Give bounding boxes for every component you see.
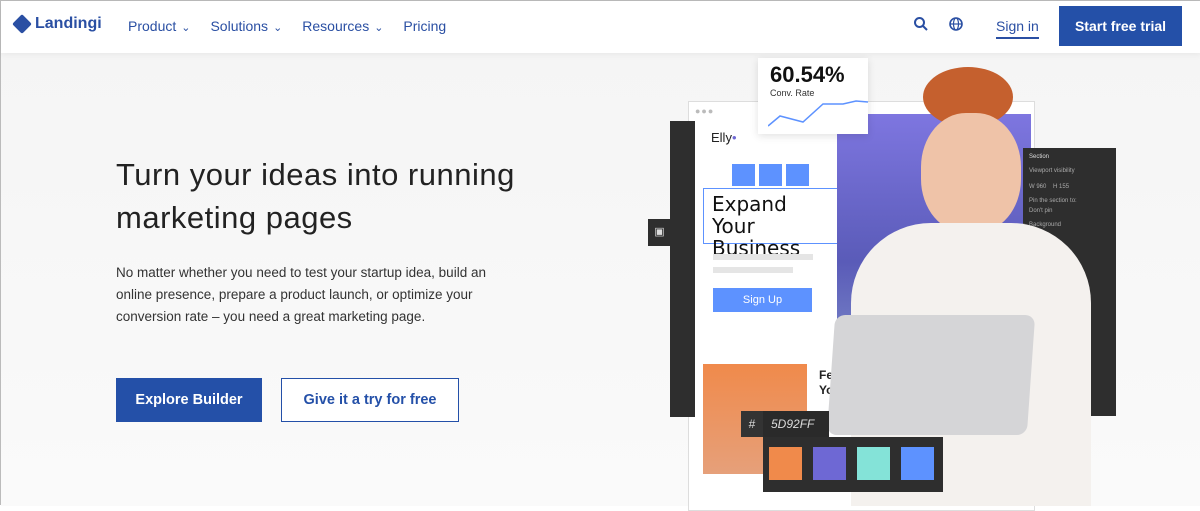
nav-label: Product bbox=[128, 18, 177, 34]
panel-pin-label: Pin the section to: bbox=[1029, 198, 1077, 204]
start-free-trial-button[interactable]: Start free trial bbox=[1059, 6, 1182, 46]
nav-resources[interactable]: Resources ⌄ bbox=[302, 18, 383, 34]
brand-name: Landingi bbox=[35, 15, 102, 32]
logo-icon bbox=[12, 14, 32, 34]
color-picker: # 5D92FF bbox=[741, 411, 943, 492]
panel-pin-value: Don't pin bbox=[1029, 208, 1053, 214]
conversion-label: Conv. Rate bbox=[770, 88, 815, 98]
image-tool-icon: ▣ bbox=[648, 219, 671, 246]
search-icon[interactable] bbox=[913, 16, 929, 36]
panel-background: Background bbox=[1029, 222, 1062, 228]
nav-label: Solutions bbox=[210, 18, 269, 34]
nav-product[interactable]: Product ⌄ bbox=[128, 18, 190, 34]
color-swatch bbox=[769, 447, 802, 480]
color-swatch bbox=[813, 447, 846, 480]
swatches bbox=[763, 437, 943, 492]
face bbox=[921, 113, 1021, 233]
trash-icon bbox=[786, 164, 809, 186]
mock-headline: Expand Your Business bbox=[703, 188, 843, 259]
color-swatch bbox=[857, 447, 890, 480]
builder-sidebar bbox=[670, 121, 695, 417]
nav-label: Pricing bbox=[403, 18, 447, 34]
nav-solutions[interactable]: Solutions ⌄ bbox=[210, 18, 282, 34]
conversion-card: 60.54% Conv. Rate bbox=[758, 58, 868, 134]
layer-icon bbox=[759, 164, 782, 186]
mock-brand: Elly• bbox=[711, 130, 737, 145]
color-hex-input: 5D92FF bbox=[763, 411, 829, 437]
chevron-down-icon: ⌄ bbox=[181, 22, 191, 34]
globe-icon[interactable] bbox=[948, 16, 964, 36]
hash-label: # bbox=[741, 411, 763, 437]
logo[interactable]: Landingi bbox=[12, 14, 102, 34]
conversion-rate: 60.54% bbox=[770, 62, 845, 87]
conversion-sparkline bbox=[768, 100, 868, 127]
nav-pricing[interactable]: Pricing bbox=[403, 18, 446, 34]
explore-builder-button[interactable]: Explore Builder bbox=[116, 378, 262, 422]
panel-viewport: Viewport visibility bbox=[1029, 168, 1075, 174]
try-free-button[interactable]: Give it a try for free bbox=[281, 378, 459, 422]
top-nav: Landingi Product ⌄ Solutions ⌄ Resources ⌄ … bbox=[1, 1, 1200, 53]
hero-description: No matter whether you need to test your … bbox=[116, 265, 486, 324]
chevron-down-icon: ⌄ bbox=[273, 22, 283, 34]
chevron-down-icon: ⌄ bbox=[374, 22, 384, 34]
sign-in-link[interactable]: Sign in bbox=[996, 18, 1039, 39]
hero-section: Turn your ideas into running marketing p… bbox=[1, 53, 1200, 511]
color-swatch bbox=[901, 447, 934, 480]
hero-title: Turn your ideas into running marketing p… bbox=[116, 157, 515, 235]
nav-label: Resources bbox=[302, 18, 370, 34]
window-dots: ●●● bbox=[695, 106, 715, 116]
duplicate-icon bbox=[732, 164, 755, 186]
mock-signup-button: Sign Up bbox=[713, 288, 812, 312]
panel-title: Section bbox=[1029, 154, 1050, 160]
element-toolbar bbox=[732, 164, 809, 186]
